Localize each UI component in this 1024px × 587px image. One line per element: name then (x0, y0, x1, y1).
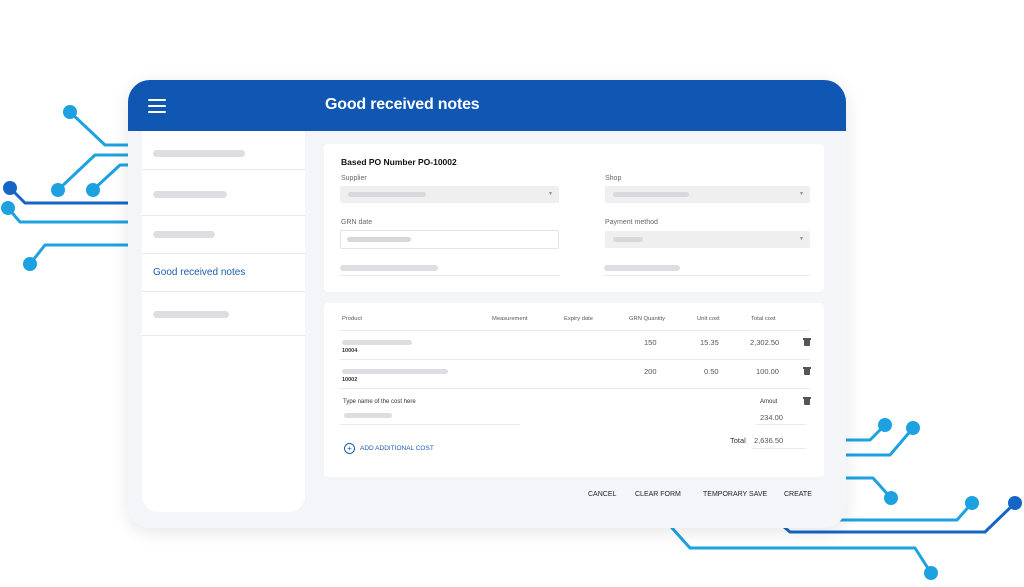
column-header-expiry-date: Expiry date (564, 316, 593, 322)
total-label: Total (730, 436, 746, 445)
grn-quantity: 150 (644, 338, 657, 347)
cost-name-input[interactable] (344, 413, 392, 418)
column-header-measurement: Measurement (492, 316, 528, 322)
supplier-label: Supplier (341, 175, 367, 182)
temporary-save-button[interactable]: TEMPORARY SAVE (703, 491, 767, 498)
cancel-button[interactable]: CANCEL (588, 491, 616, 498)
divider (340, 359, 810, 360)
app-window: Good received notes Good received notes … (128, 80, 846, 528)
field-placeholder (604, 265, 680, 271)
input-placeholder (347, 237, 411, 242)
divider (604, 275, 810, 276)
column-header-grn-quantity: GRN Quantity (629, 316, 666, 322)
product-code: 10004 (342, 348, 358, 354)
grn-quantity: 200 (644, 367, 657, 376)
amount-label: Amout (760, 399, 778, 405)
supplier-select[interactable]: ▼ (340, 186, 559, 203)
page-title: Good received notes (325, 96, 480, 113)
unit-cost: 15.35 (700, 338, 719, 347)
product-name-placeholder (342, 369, 448, 374)
sidebar-item-good-received-notes[interactable]: Good received notes (142, 253, 305, 292)
chevron-down-icon: ▼ (548, 191, 553, 197)
grn-date-label: GRN date (341, 219, 373, 226)
sidebar-item-placeholder (153, 311, 229, 318)
sidebar-item-placeholder (153, 231, 215, 238)
payment-method-label: Payment method (605, 219, 658, 226)
total-value: 2,636.50 (754, 436, 784, 445)
product-name-placeholder (342, 340, 412, 345)
sidebar-item-1[interactable] (142, 131, 305, 170)
chevron-down-icon: ▼ (799, 191, 804, 197)
create-button[interactable]: CREATE (784, 491, 812, 498)
add-additional-cost-label: ADD ADDITIONAL COST (360, 445, 434, 452)
divider (756, 424, 806, 425)
divider (340, 388, 810, 389)
trash-icon[interactable] (803, 338, 811, 346)
trash-icon[interactable] (803, 397, 811, 405)
sidebar-item-3[interactable] (142, 215, 305, 254)
column-header-unit-cost: Unit cost (697, 316, 720, 322)
clear-form-button[interactable]: CLEAR FORM (635, 491, 681, 498)
field-placeholder (340, 265, 438, 271)
product-code: 10002 (342, 377, 358, 383)
po-number-title: Based PO Number PO-10002 (341, 157, 457, 167)
unit-cost: 0.50 (704, 367, 719, 376)
sidebar-item-placeholder (153, 150, 245, 157)
sidebar-item-5[interactable] (142, 293, 305, 336)
cost-name-label: Type name of the cost here (343, 399, 416, 405)
grn-form-card: Based PO Number PO-10002 Supplier ▼ Shop… (324, 144, 824, 292)
sidebar: Good received notes (142, 131, 305, 512)
divider (340, 330, 810, 331)
select-placeholder (613, 192, 689, 197)
app-header: Good received notes (128, 80, 846, 131)
sidebar-item-2[interactable] (142, 177, 305, 216)
grn-date-input[interactable] (340, 230, 559, 249)
trash-icon[interactable] (803, 367, 811, 375)
divider (340, 275, 560, 276)
hamburger-menu-icon[interactable] (148, 99, 166, 113)
select-placeholder (348, 192, 426, 197)
additional-cost-amount[interactable]: 234.00 (760, 413, 783, 422)
total-cost: 2,302.50 (750, 338, 780, 347)
column-header-product: Product (342, 316, 362, 322)
column-header-total-cost: Total cost (751, 316, 776, 322)
plus-circle-icon: + (344, 443, 355, 454)
sidebar-item-label: Good received notes (153, 267, 246, 278)
divider (340, 424, 520, 425)
sidebar-item-placeholder (153, 191, 227, 198)
divider (752, 448, 806, 449)
select-placeholder (613, 237, 643, 242)
shop-select[interactable]: ▼ (605, 186, 810, 203)
shop-label: Shop (605, 175, 622, 182)
total-cost: 100.00 (756, 367, 779, 376)
products-table-card: Product Measurement Expiry date GRN Quan… (324, 303, 824, 477)
payment-method-select[interactable]: ▼ (605, 231, 810, 248)
chevron-down-icon: ▼ (799, 236, 804, 242)
